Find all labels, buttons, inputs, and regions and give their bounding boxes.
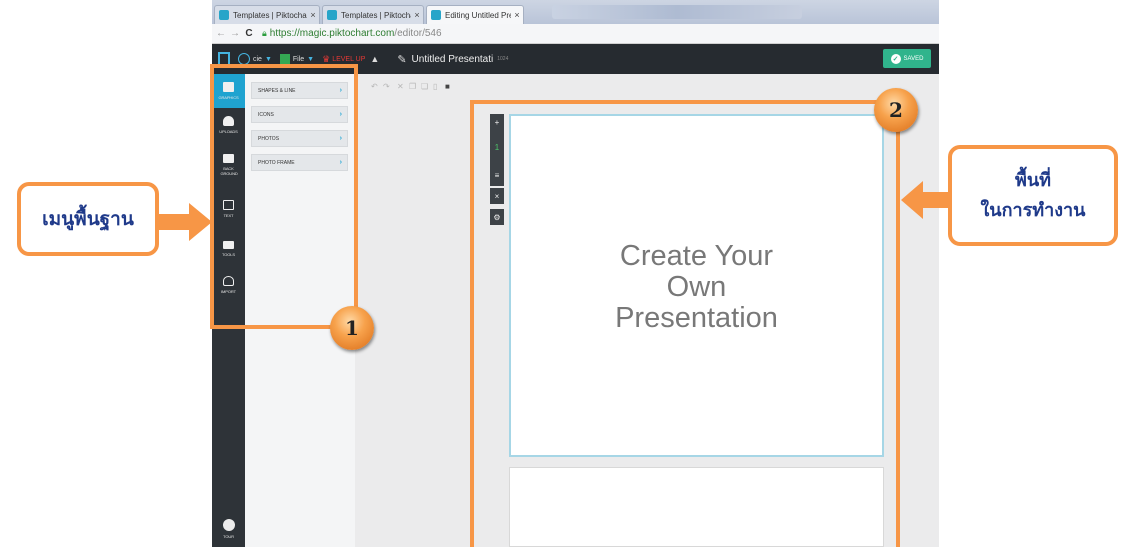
workspace-highlight — [470, 100, 900, 547]
tab-title: Editing Untitled Presentat — [445, 10, 511, 20]
piktochart-favicon-icon — [431, 10, 441, 20]
file-icon — [279, 54, 290, 64]
forward-arrow-icon[interactable]: → — [228, 28, 242, 39]
level-up-label: LEVEL UP — [332, 55, 366, 63]
bell-icon[interactable]: ▲ — [370, 54, 379, 64]
workspace-callout-text: พื้นที่ ในการทำงาน — [980, 169, 1086, 221]
chevron-down-icon: ▼ — [264, 55, 272, 63]
step-badge-2: 2 — [874, 88, 918, 132]
tab-title: Templates | Piktochart — [233, 10, 307, 20]
cut-icon[interactable]: ✕ — [397, 82, 404, 91]
crown-icon: ♛ — [322, 53, 331, 64]
basic-menu-highlight — [210, 64, 358, 329]
browser-tab[interactable]: Templates | Piktochart × — [322, 5, 424, 24]
piktochart-favicon-icon — [219, 10, 229, 20]
redo-icon[interactable]: ↷ — [383, 82, 390, 91]
tab-title: Templates | Piktochart — [341, 10, 411, 20]
lightbulb-icon — [222, 519, 235, 531]
workspace-callout: พื้นที่ ในการทำงาน — [948, 145, 1118, 246]
copy-icon[interactable]: ❐ — [409, 82, 416, 91]
lock-icon: 🔒︎ — [262, 28, 267, 38]
sidebar-item-tour[interactable]: TOUR — [212, 512, 245, 546]
url-field[interactable]: https://magic.piktochart.com/editor/546 — [270, 28, 442, 39]
user-label: cie — [253, 55, 262, 63]
tab-close-icon[interactable]: × — [411, 10, 423, 20]
sidebar-item-label: TOUR — [223, 534, 234, 539]
basic-menu-callout: เมนูพื้นฐาน — [17, 182, 159, 256]
file-label: File — [292, 55, 305, 63]
blurred-window-title — [552, 5, 802, 19]
browser-tab[interactable]: Templates | Piktochart × — [214, 5, 320, 24]
check-icon: ✓ — [890, 53, 901, 64]
paste-icon[interactable]: ❏ — [421, 82, 428, 91]
stop-icon[interactable]: ■ — [445, 82, 450, 91]
basic-menu-callout-text: เมนูพื้นฐาน — [42, 208, 134, 230]
file-menu[interactable]: File ▼ — [279, 54, 315, 64]
tab-close-icon[interactable]: × — [307, 10, 319, 20]
back-arrow-icon[interactable]: ← — [214, 28, 228, 39]
document-title[interactable]: Untitled Presentati — [412, 54, 494, 65]
step-badge-1: 1 — [330, 306, 374, 350]
chevron-down-icon: ▼ — [307, 55, 315, 63]
arrow-left-icon — [901, 181, 951, 219]
undo-icon[interactable]: ↶ — [371, 82, 378, 91]
address-bar: ← → C 🔒︎ https://magic.piktochart.com/ed… — [212, 24, 939, 44]
level-up-link[interactable]: ♛ LEVEL UP — [322, 54, 365, 65]
document-size: 1024 — [497, 56, 509, 62]
url-host: https://magic.piktochart.com — [269, 28, 395, 39]
arrow-right-icon — [159, 203, 212, 241]
piktochart-favicon-icon — [327, 10, 337, 20]
reload-icon[interactable]: C — [242, 28, 256, 39]
pen-icon: ✎ — [397, 53, 407, 66]
delete-icon[interactable]: ▯ — [433, 82, 437, 91]
url-path: /editor/546 — [394, 28, 442, 39]
browser-tab-bar: Templates | Piktochart × Templates | Pik… — [212, 0, 939, 24]
browser-tab-active[interactable]: Editing Untitled Presentat × — [426, 5, 524, 24]
saved-label: SAVED — [903, 55, 924, 62]
saved-button[interactable]: ✓ SAVED — [883, 49, 931, 68]
tab-close-icon[interactable]: × — [511, 10, 523, 20]
